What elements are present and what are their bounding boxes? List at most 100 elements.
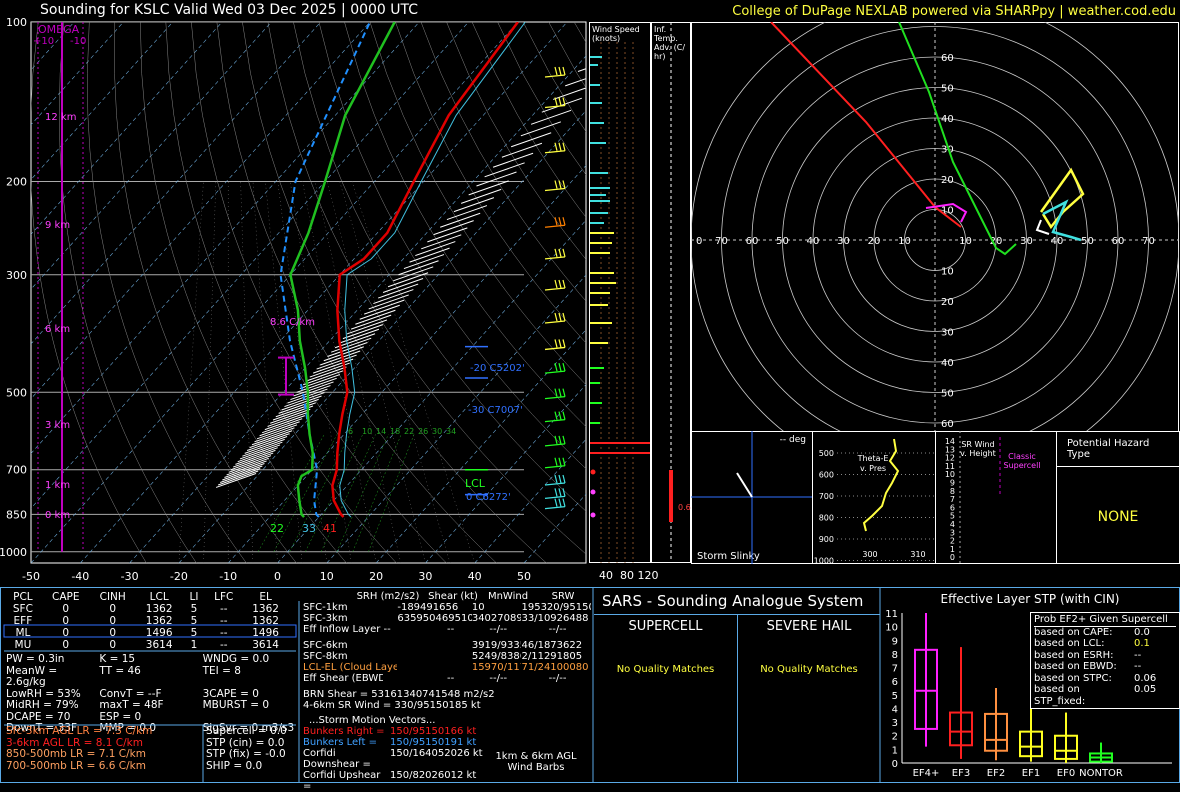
kin-cell: 3919/93351648 xyxy=(472,640,522,651)
kin-cell xyxy=(397,662,471,673)
sars-hail-title: SEVERE HAIL xyxy=(738,619,880,634)
wind-speed-bar xyxy=(590,64,598,66)
wind-speed-bar xyxy=(590,252,610,254)
wind-tick: 120 xyxy=(638,569,659,582)
kin-cell: -189491656 xyxy=(397,602,471,613)
storm-motion-value: 150/164052026 kt xyxy=(390,748,483,770)
hodo-ring-label: 10 xyxy=(959,236,972,247)
kin-row: SFC-6km3919/9335164846/1873622 xyxy=(303,640,591,651)
stp-prob-value: 0.1 xyxy=(1134,638,1150,650)
hodo-ring-label: 40 xyxy=(941,114,954,125)
stp-y-tick: 10 xyxy=(885,623,898,634)
storm-motion-value: 150/95150191 kt xyxy=(390,737,476,748)
hodo-ring-label: 50 xyxy=(1081,236,1094,247)
pressure-tick: 100 xyxy=(6,16,27,29)
hodo-ring-label: 30 xyxy=(837,236,850,247)
theta-x-tick: 310 xyxy=(910,550,925,559)
storm-motion-label: Corfidi Downshear = xyxy=(303,748,390,770)
wind-speed-bar xyxy=(590,452,650,454)
kin-cell: SFC-3km xyxy=(303,613,397,624)
stp-prob-label: based on STPC: xyxy=(1034,673,1134,685)
wind-speed-bar xyxy=(590,242,612,244)
kin-cell xyxy=(397,651,471,662)
storm-motion-label: Bunkers Left = xyxy=(303,737,390,748)
height-label: 9 km xyxy=(45,220,70,231)
hodo-ring-label: 60 xyxy=(941,53,954,64)
stp-y-tick: 8 xyxy=(892,650,898,661)
storm-motion-label: Corfidi Upshear = xyxy=(303,770,390,792)
mixing-label: 22 xyxy=(404,427,414,436)
kin-cell: 2/11291805 xyxy=(521,651,591,662)
sars-hail-col: SEVERE HAIL No Quality Matches xyxy=(738,615,880,782)
stp-category: EF2 xyxy=(987,768,1005,779)
sars-supercell-none: No Quality Matches xyxy=(594,664,737,675)
height-label: 6 km xyxy=(45,324,70,335)
hodo-ring-label: 10 xyxy=(898,236,911,247)
hodo-ring-label: 20 xyxy=(941,175,954,186)
kin-cell: -- xyxy=(447,673,489,684)
level-label: 0 C6272' xyxy=(466,492,511,503)
slinky-graphic xyxy=(691,431,813,564)
kin-cell: SFC-1km xyxy=(303,602,397,613)
wind-speed-bar xyxy=(590,84,600,86)
kin-cell: LCL-EL (Cloud Layer) xyxy=(303,662,397,673)
kin-cell: 10 xyxy=(472,602,522,613)
theta-p-tick: 500 xyxy=(819,449,834,458)
lapse-label: 8.6 C/km xyxy=(270,317,315,328)
kin-cell xyxy=(397,640,471,651)
skewt-chart: -50-40-30-20-100102030405010020030050070… xyxy=(0,0,590,590)
theta-p-tick: 900 xyxy=(819,535,834,544)
mixing-label: 14 xyxy=(376,427,386,436)
stp-prob-title: Prob EF2+ Given Supercell xyxy=(1034,614,1176,627)
hodo-ring-label: 70 xyxy=(715,236,728,247)
temp-tick: 20 xyxy=(369,570,383,583)
kin-cell: 71/24100080 xyxy=(521,662,591,673)
stp-prob-row: based on EBWD:-- xyxy=(1034,661,1176,673)
kin-cell: SRW xyxy=(538,591,588,602)
hazard-title: Potential Hazard Type xyxy=(1057,432,1179,467)
wind-speed-ticks: 40 80 120 xyxy=(599,569,659,582)
kin-cell xyxy=(303,591,348,602)
theta-e-graphic: 5006007008009001000300310 xyxy=(812,431,936,564)
mixing-label: 26 xyxy=(418,427,428,436)
hodo-ring-label: 60 xyxy=(941,419,954,430)
hodo-ring-label: 60 xyxy=(1112,236,1125,247)
hodo-ring-label: 60 xyxy=(746,236,759,247)
hodo-ring-label: 40 xyxy=(807,236,820,247)
stp-prob-row: based on ESRH:-- xyxy=(1034,650,1176,662)
pressure-tick: 700 xyxy=(6,464,27,477)
kin-row: Eff Inflow Layer------/----/-- xyxy=(303,624,591,635)
storm-motion-label: Bunkers Right = xyxy=(303,726,390,737)
hodo-ring-label: 70 xyxy=(1142,236,1155,247)
height-label: 1 km xyxy=(45,480,70,491)
stp-prob-row: based on CAPE:0.0 xyxy=(1034,627,1176,639)
stp-y-tick: 6 xyxy=(892,677,898,688)
temp-tick: -10 xyxy=(219,570,237,583)
stp-prob-label: based on STP_fixed: xyxy=(1034,684,1134,707)
temp-tick: -30 xyxy=(121,570,139,583)
omega-minus: -10 xyxy=(70,36,86,47)
temp-tick: 30 xyxy=(418,570,432,583)
srwind-tick: 0 xyxy=(950,553,955,562)
temp-tick: 10 xyxy=(320,570,334,583)
hodo-ring-label: 40 xyxy=(941,358,954,369)
pressure-tick: 300 xyxy=(6,269,27,282)
storm-motion-value: 150/95150166 kt xyxy=(390,726,476,737)
wind-speed-bar xyxy=(590,172,608,174)
storm-motion-row: Bunkers Right =150/95150166 kt xyxy=(303,726,591,737)
kin-cell: -- xyxy=(383,624,447,635)
stp-y-tick: 9 xyxy=(892,636,898,647)
wind-speed-bar xyxy=(590,232,614,234)
temp-tick: 0 xyxy=(274,570,281,583)
kin-cell: --/-- xyxy=(549,624,591,635)
stp-prob-row: based on STP_fixed:0.05 xyxy=(1034,684,1176,707)
wind-speed-bar xyxy=(590,272,614,274)
pressure-tick: 850 xyxy=(6,508,27,521)
sars-supercell-title: SUPERCELL xyxy=(594,619,737,634)
level-label: -30 C7007' xyxy=(468,405,523,416)
kin-cell: -- xyxy=(447,624,489,635)
kin-cell: SFC-8km xyxy=(303,651,397,662)
wind-marker xyxy=(591,490,596,495)
hazard-value: NONE xyxy=(1057,509,1179,525)
wind-speed-bar xyxy=(590,342,608,344)
